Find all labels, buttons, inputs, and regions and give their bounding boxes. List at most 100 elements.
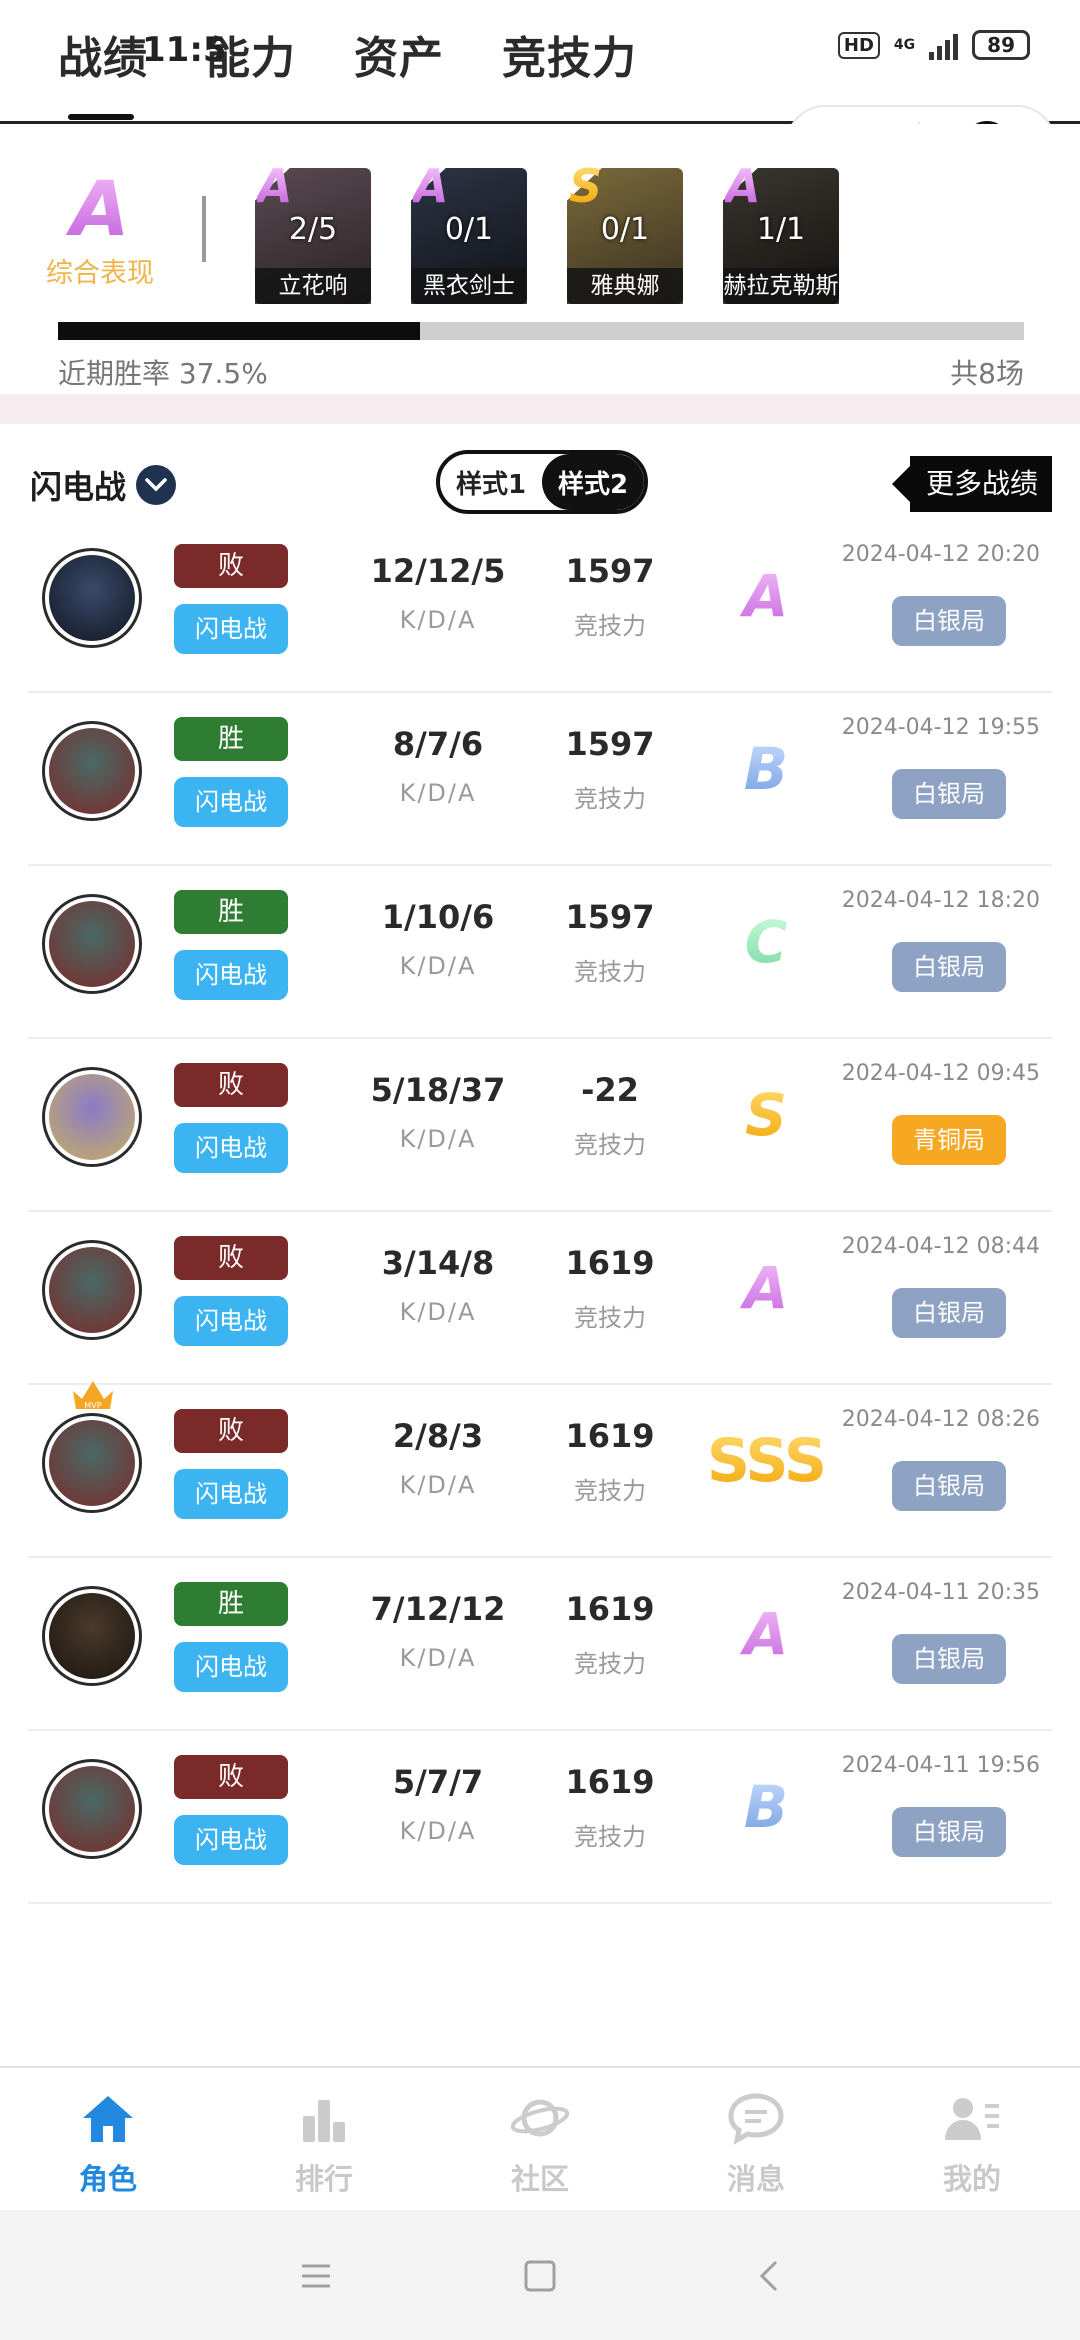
hero-grade: S (569, 159, 603, 213)
hero-list: A 2/5 立花响 A 0/1 黑衣剑士 S 0/1 雅典娜 A 1/1 赫拉克… (255, 162, 839, 304)
power-value: 1619 (565, 1244, 655, 1282)
rank-badge[interactable]: 白银局 (892, 1634, 1006, 1684)
status-time: 11:5 (142, 30, 227, 70)
menu-icon[interactable] (296, 2256, 336, 2296)
match-grade: A (696, 556, 836, 636)
nav-item-user-list[interactable]: 我的 (864, 2068, 1080, 2210)
avatar (42, 1240, 142, 1340)
win-rate-text: 近期胜率 37.5% (58, 357, 268, 390)
match-row[interactable]: 胜 闪电战 8/7/6 K/D/A 1597 竞技力 B 2024-04-12 … (28, 693, 1052, 866)
match-row[interactable]: 败 闪电战 5/18/37 K/D/A -22 竞技力 S 2024-04-12… (28, 1039, 1052, 1212)
nav-item-planet[interactable]: 社区 (432, 2068, 648, 2210)
hero-name: 立花响 (255, 268, 371, 304)
kda-value: 7/12/12 (370, 1590, 506, 1628)
result-badge: 胜 (174, 1582, 288, 1626)
match-row[interactable]: 败 闪电战 12/12/5 K/D/A 1597 竞技力 A 2024-04-1… (28, 520, 1052, 693)
kda-value: 5/7/7 (392, 1763, 484, 1801)
mode-selector[interactable]: 闪电战 (30, 462, 177, 508)
style-toggle: 样式1 样式2 (436, 450, 648, 514)
mode-badge[interactable]: 闪电战 (174, 1123, 288, 1173)
match-time: 2024-04-12 08:44 (841, 1234, 1040, 1259)
bottom-navigation: 角色 排行 社区 消息 我的 (0, 2066, 1080, 2210)
battery-indicator: 89 (972, 30, 1030, 60)
back-icon[interactable] (750, 2256, 790, 2296)
planet-icon (509, 2090, 571, 2150)
hero-name: 黑衣剑士 (411, 268, 527, 304)
nav-item-chat[interactable]: 消息 (648, 2068, 864, 2210)
power-value: 1619 (565, 1763, 655, 1801)
match-time: 2024-04-11 19:56 (841, 1753, 1040, 1778)
hero-score: 1/1 (756, 212, 806, 247)
hero-card[interactable]: A 0/1 黑衣剑士 (411, 162, 527, 304)
power-label: 竞技力 (574, 1477, 646, 1505)
mode-badge[interactable]: 闪电战 (174, 777, 288, 827)
match-time: 2024-04-12 19:55 (841, 715, 1040, 740)
power-value: -22 (581, 1071, 639, 1109)
more-records-button[interactable]: 更多战绩 (891, 456, 1052, 512)
tab-assets[interactable]: 资产 (354, 22, 444, 86)
mode-badge[interactable]: 闪电战 (174, 950, 288, 1000)
rank-badge[interactable]: 白银局 (892, 1461, 1006, 1511)
tab-power[interactable]: 竞技力 (502, 22, 637, 86)
tab-record[interactable]: 战绩 (58, 22, 148, 120)
rank-badge[interactable]: 白银局 (892, 1807, 1006, 1857)
status-bar: HD 4G 89 (837, 30, 1030, 60)
chat-icon (725, 2090, 787, 2150)
match-row[interactable]: 败 闪电战 3/14/8 K/D/A 1619 竞技力 A 2024-04-12… (28, 1212, 1052, 1385)
match-row[interactable]: 胜 闪电战 7/12/12 K/D/A 1619 竞技力 A 2024-04-1… (28, 1558, 1052, 1731)
mvp-crown-icon: MVP (73, 1381, 113, 1410)
hero-score: 2/5 (288, 212, 338, 247)
kda-label: K/D/A (399, 1817, 477, 1845)
rank-badge[interactable]: 白银局 (892, 596, 1006, 646)
home-square-icon[interactable] (520, 2256, 560, 2296)
divider (202, 196, 206, 262)
result-badge: 胜 (174, 890, 288, 934)
mode-badge[interactable]: 闪电战 (174, 1296, 288, 1346)
win-rate-fill (58, 322, 421, 340)
mvp-label: MVP (84, 1401, 101, 1410)
avatar (42, 894, 142, 994)
hero-card[interactable]: A 2/5 立花响 (255, 162, 371, 304)
kda-label: K/D/A (399, 606, 477, 634)
rank-badge[interactable]: 青铜局 (892, 1115, 1006, 1165)
win-rate-bar (58, 322, 1024, 340)
kda-value: 12/12/5 (370, 552, 506, 590)
nav-item-bar-chart[interactable]: 排行 (216, 2068, 432, 2210)
total-matches: 共8场 (950, 357, 1024, 390)
match-grade: B (696, 1767, 836, 1847)
style2-button[interactable]: 样式2 (542, 454, 644, 510)
overall-grade: A (40, 169, 160, 249)
power-label: 竞技力 (574, 958, 646, 986)
rank-badge[interactable]: 白银局 (892, 769, 1006, 819)
match-row[interactable]: MVP 败 闪电战 2/8/3 K/D/A 1619 竞技力 SSS 2024-… (28, 1381, 1052, 1558)
power-value: 1597 (565, 898, 655, 936)
kda-value: 8/7/6 (392, 725, 484, 763)
mode-badge[interactable]: 闪电战 (174, 1642, 288, 1692)
power-value: 1597 (565, 552, 655, 590)
match-row[interactable]: 败 闪电战 5/7/7 K/D/A 1619 竞技力 B 2024-04-11 … (28, 1731, 1052, 1904)
power-label: 竞技力 (574, 612, 646, 640)
chevron-down-icon[interactable] (136, 465, 177, 505)
avatar (42, 548, 142, 648)
power-label: 竞技力 (574, 785, 646, 813)
hero-card[interactable]: S 0/1 雅典娜 (567, 162, 683, 304)
rank-badge[interactable]: 白银局 (892, 942, 1006, 992)
match-row[interactable]: 胜 闪电战 1/10/6 K/D/A 1597 竞技力 C 2024-04-12… (28, 866, 1052, 1039)
hero-card[interactable]: A 1/1 赫拉克勒斯 (723, 162, 839, 304)
kda-value: 5/18/37 (370, 1071, 506, 1109)
hero-grade: A (413, 159, 449, 213)
user-list-icon (941, 2090, 1003, 2150)
nav-item-home[interactable]: 角色 (0, 2068, 216, 2210)
result-badge: 胜 (174, 717, 288, 761)
result-badge: 败 (174, 1236, 288, 1280)
rank-badge[interactable]: 白银局 (892, 1288, 1006, 1338)
avatar (42, 1413, 142, 1513)
kda-value: 3/14/8 (381, 1244, 495, 1282)
mode-badge[interactable]: 闪电战 (174, 1815, 288, 1865)
style1-button[interactable]: 样式1 (440, 454, 542, 510)
overall-label: 综合表现 (46, 258, 154, 289)
mode-badge[interactable]: 闪电战 (174, 604, 288, 654)
power-label: 竞技力 (574, 1304, 646, 1332)
match-grade: A (696, 1594, 836, 1674)
mode-badge[interactable]: 闪电战 (174, 1469, 288, 1519)
